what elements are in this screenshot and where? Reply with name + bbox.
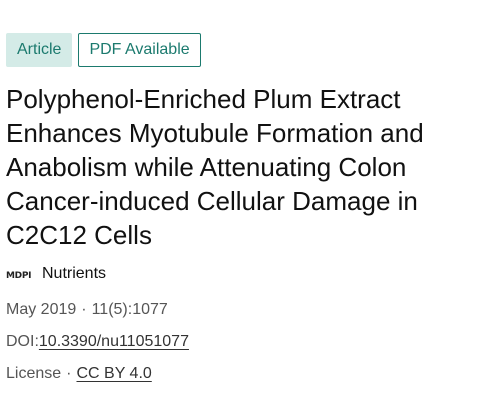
separator: · [66, 365, 72, 382]
doi-link[interactable]: 10.3390/nu11051077 [39, 333, 189, 350]
date-issue-line: May 2019 · 11(5):1077 [6, 301, 168, 319]
badge-row: Article PDF Available [6, 33, 201, 67]
article-badge: Article [6, 33, 73, 67]
license-link[interactable]: CC BY 4.0 [76, 365, 151, 382]
journal-info: MDPI Nutrients [6, 265, 106, 283]
publication-date: May 2019 [6, 301, 77, 318]
journal-name[interactable]: Nutrients [42, 265, 106, 283]
license-label: License [6, 365, 62, 382]
license-line: License · CC BY 4.0 [6, 365, 152, 383]
doi-label: DOI: [6, 333, 39, 350]
publication-title[interactable]: Polyphenol-Enriched Plum Extract Enhance… [6, 82, 484, 252]
publication-card: Article PDF Available Polyphenol-Enriche… [0, 0, 490, 414]
pdf-available-badge[interactable]: PDF Available [78, 33, 201, 67]
separator: · [81, 301, 87, 318]
mdpi-logo-text: MDPI [6, 271, 31, 281]
doi-line: DOI:10.3390/nu11051077 [6, 333, 189, 351]
issue-number: 11(5):1077 [91, 301, 168, 318]
mdpi-logo-icon: MDPI [6, 267, 34, 281]
